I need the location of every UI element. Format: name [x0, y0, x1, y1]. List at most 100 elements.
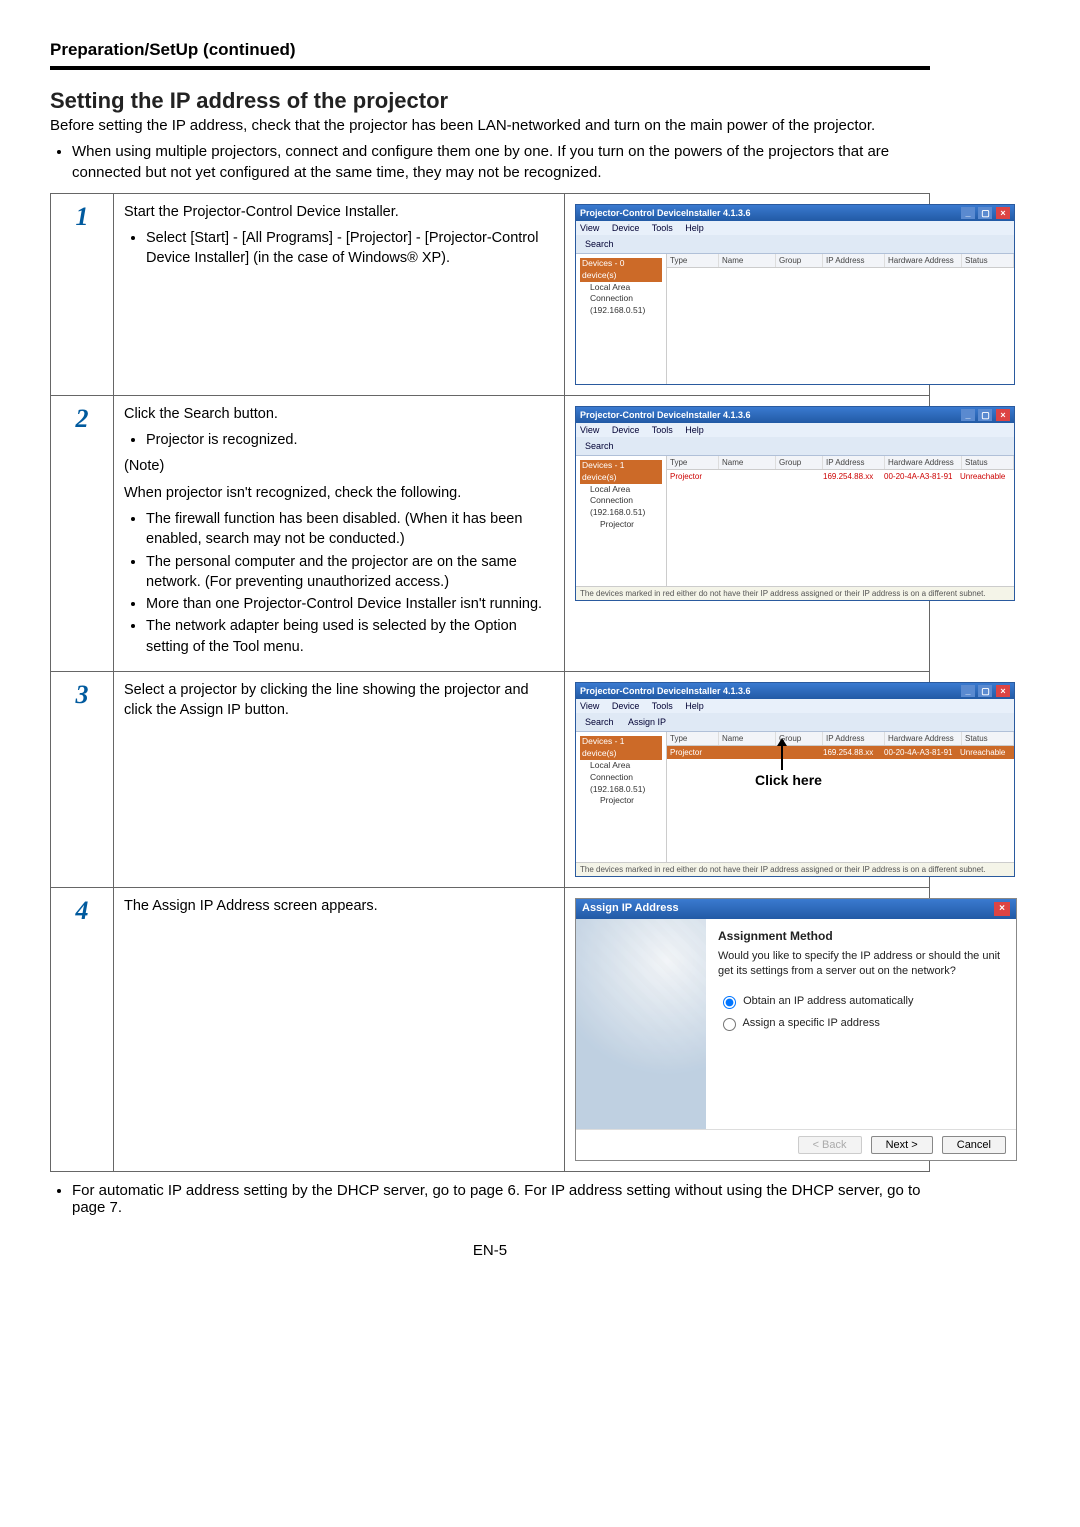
step-1-title: Start the Projector-Control Device Insta… — [124, 202, 554, 222]
step-row: 4 The Assign IP Address screen appears. … — [51, 888, 930, 1172]
maximize-icon[interactable]: ▢ — [978, 685, 992, 697]
close-icon[interactable]: × — [994, 902, 1010, 916]
dialog-question: Would you like to specify the IP address… — [718, 949, 1004, 979]
col-name: Name — [719, 254, 776, 267]
assign-ip-dialog: Assign IP Address × Assignment Method Wo… — [575, 898, 1017, 1161]
step-2-bullet: Projector is recognized. — [146, 430, 554, 450]
step-number: 2 — [51, 395, 114, 671]
maximize-icon[interactable]: ▢ — [978, 207, 992, 219]
step-2-check-4: The network adapter being used is select… — [146, 616, 554, 657]
window-controls: _ ▢ × — [960, 409, 1010, 421]
menu-device[interactable]: Device — [612, 223, 640, 233]
step-row: 3 Select a projector by clicking the lin… — [51, 672, 930, 888]
row-name — [718, 747, 774, 758]
dialog-artwork — [576, 919, 706, 1129]
minimize-icon[interactable]: _ — [961, 207, 975, 219]
col-type: Type — [667, 732, 719, 745]
menu-view[interactable]: View — [580, 701, 599, 711]
col-group: Group — [776, 254, 823, 267]
step-row: 1 Start the Projector-Control Device Ins… — [51, 193, 930, 395]
back-button: < Back — [798, 1136, 862, 1154]
col-group: Group — [776, 456, 823, 469]
radio-specific[interactable] — [723, 1018, 736, 1031]
assign-ip-button[interactable]: Assign IP — [624, 716, 670, 728]
app-window: Projector-Control DeviceInstaller 4.1.3.… — [575, 204, 1015, 385]
col-type: Type — [667, 456, 719, 469]
page-number: EN-5 — [50, 1242, 930, 1259]
page-header: Preparation/SetUp (continued) — [50, 40, 930, 60]
maximize-icon[interactable]: ▢ — [978, 409, 992, 421]
menu-device[interactable]: Device — [612, 701, 640, 711]
menu-view[interactable]: View — [580, 223, 599, 233]
window-title: Projector-Control DeviceInstaller 4.1.3.… — [580, 208, 751, 218]
tree-projector[interactable]: Projector — [580, 519, 662, 531]
col-hw: Hardware Address — [885, 732, 962, 745]
step-2-check-3: More than one Projector-Control Device I… — [146, 594, 554, 614]
menu-tools[interactable]: Tools — [652, 425, 673, 435]
window-controls: _ ▢ × — [960, 685, 1010, 697]
row-hw: 00-20-4A-A3-81-91 — [881, 747, 957, 758]
col-name: Name — [719, 456, 776, 469]
search-button[interactable]: Search — [581, 716, 618, 728]
step-4-text: The Assign IP Address screen appears. — [124, 896, 554, 916]
intro-bullet-1: When using multiple projectors, connect … — [72, 142, 930, 183]
step-number: 3 — [51, 672, 114, 888]
step-number: 4 — [51, 888, 114, 1172]
row-ip: 169.254.88.xx — [820, 471, 881, 482]
row-name — [718, 471, 774, 482]
menu-tools[interactable]: Tools — [652, 701, 673, 711]
close-icon[interactable]: × — [996, 409, 1010, 421]
window-title: Projector-Control DeviceInstaller 4.1.3.… — [580, 686, 751, 696]
menu-help[interactable]: Help — [685, 701, 704, 711]
app-window: Projector-Control DeviceInstaller 4.1.3.… — [575, 682, 1015, 877]
tree-connection[interactable]: Local Area Connection (192.168.0.51) — [580, 760, 662, 796]
device-row[interactable]: Projector 169.254.88.xx 00-20-4A-A3-81-9… — [667, 470, 1014, 483]
row-status: Unreachable — [957, 747, 1008, 758]
col-type: Type — [667, 254, 719, 267]
close-icon[interactable]: × — [996, 207, 1010, 219]
cancel-button[interactable]: Cancel — [942, 1136, 1006, 1154]
search-button[interactable]: Search — [581, 440, 618, 452]
tree-root[interactable]: Devices - 0 device(s) — [580, 258, 662, 282]
menubar: View Device Tools Help — [576, 221, 1014, 235]
menu-help[interactable]: Help — [685, 425, 704, 435]
window-title: Projector-Control DeviceInstaller 4.1.3.… — [580, 410, 751, 420]
menu-tools[interactable]: Tools — [652, 223, 673, 233]
row-ip: 169.254.88.xx — [820, 747, 881, 758]
col-ip: IP Address — [823, 732, 885, 745]
search-button[interactable]: Search — [581, 238, 618, 250]
row-hw: 00-20-4A-A3-81-91 — [881, 471, 957, 482]
step-row: 2 Click the Search button. Projector is … — [51, 395, 930, 671]
device-row-selected[interactable]: Projector 169.254.88.xx 00-20-4A-A3-81-9… — [667, 746, 1014, 759]
minimize-icon[interactable]: _ — [961, 409, 975, 421]
tree-root[interactable]: Devices - 1 device(s) — [580, 460, 662, 484]
col-group: Group — [776, 732, 823, 745]
divider — [50, 66, 930, 70]
menu-help[interactable]: Help — [685, 223, 704, 233]
minimize-icon[interactable]: _ — [961, 685, 975, 697]
menu-view[interactable]: View — [580, 425, 599, 435]
menu-device[interactable]: Device — [612, 425, 640, 435]
close-icon[interactable]: × — [996, 685, 1010, 697]
col-ip: IP Address — [823, 456, 885, 469]
next-button[interactable]: Next > — [871, 1136, 933, 1154]
end-note-text: For automatic IP address setting by the … — [72, 1182, 930, 1216]
dialog-title: Assign IP Address — [582, 902, 679, 916]
app-window: Projector-Control DeviceInstaller 4.1.3.… — [575, 406, 1015, 601]
tree-connection[interactable]: Local Area Connection (192.168.0.51) — [580, 282, 662, 318]
col-hw: Hardware Address — [885, 254, 962, 267]
step-number: 1 — [51, 193, 114, 395]
tree-connection[interactable]: Local Area Connection (192.168.0.51) — [580, 484, 662, 520]
row-status: Unreachable — [957, 471, 1008, 482]
tree-projector[interactable]: Projector — [580, 795, 662, 807]
window-controls: _ ▢ × — [960, 207, 1010, 219]
step-2-title: Click the Search button. — [124, 404, 554, 424]
col-status: Status — [962, 732, 1014, 745]
radio-specific-label: Assign a specific IP address — [742, 1017, 879, 1029]
col-status: Status — [962, 254, 1014, 267]
radio-auto[interactable] — [723, 996, 736, 1009]
dialog-heading: Assignment Method — [718, 929, 1004, 943]
row-group — [774, 471, 820, 482]
tree-root[interactable]: Devices - 1 device(s) — [580, 736, 662, 760]
col-status: Status — [962, 456, 1014, 469]
